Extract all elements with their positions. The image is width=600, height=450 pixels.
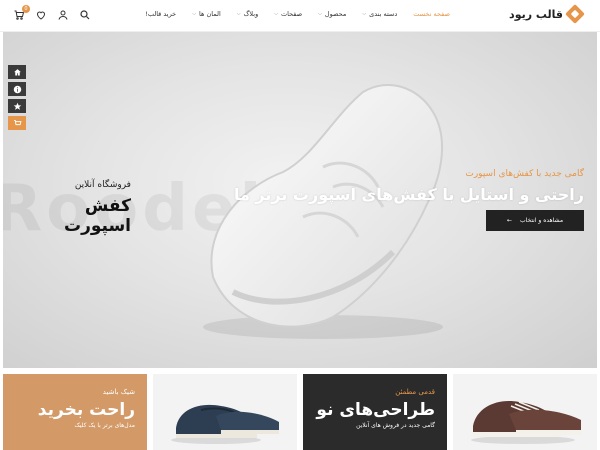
banner-title: طراحی‌های نو xyxy=(316,400,435,420)
arrow-left-icon: ← xyxy=(506,217,512,224)
info-tool-button[interactable] xyxy=(8,82,26,96)
nav-item-elements[interactable]: المان ها ⌵ xyxy=(192,10,221,18)
heart-icon[interactable] xyxy=(34,8,48,22)
logo-text: قالب ریود xyxy=(509,7,563,21)
nav-label: صفحه نخست xyxy=(413,10,450,18)
banner-text: شیک باشید راحت بخرید مدل‌های برتر با یک … xyxy=(38,388,135,429)
home-tool-button[interactable] xyxy=(8,65,26,79)
header-actions: 0 xyxy=(12,5,92,22)
banner-caption: گامی جدید در فروش های آنلاین xyxy=(356,422,435,429)
chevron-down-icon: ⌵ xyxy=(274,11,279,17)
promo-banner-new-designs[interactable]: قدمی مطمئن طراحی‌های نو گامی جدید در فرو… xyxy=(303,374,447,450)
nav-item-blog[interactable]: وبلاگ ⌵ xyxy=(237,10,258,18)
nav-label: المان ها xyxy=(198,10,221,18)
hero-cta-label: مشاهده و انتخاب xyxy=(519,217,564,224)
hero-shoe-image xyxy=(203,83,444,339)
star-icon xyxy=(13,102,21,110)
hero-slider: Roodellaro فروشگاه آنلاین کفش اسپورت گام… xyxy=(3,32,597,368)
home-icon xyxy=(13,68,21,75)
nav-item-buy-theme[interactable]: خرید قالب! xyxy=(145,10,176,18)
loafer-shoe-image xyxy=(171,404,279,444)
banner-text: قدمی مطمئن طراحی‌های نو گامی جدید در فرو… xyxy=(316,388,435,429)
promo-banner-shoe-blue[interactable] xyxy=(153,374,297,450)
banner-subtitle: شیک باشید xyxy=(102,388,135,396)
chevron-down-icon: ⌵ xyxy=(236,11,241,17)
logo-mark-icon xyxy=(565,4,585,24)
cart-icon xyxy=(13,119,21,125)
nav-item-categories[interactable]: دسته بندی ⌵ xyxy=(362,10,397,18)
side-toolbar xyxy=(8,65,26,130)
hero-caption: گامی جدید با کفش‌های اسپورت راحتی و استا… xyxy=(224,169,584,204)
nav-item-pages[interactable]: صفحات ⌵ xyxy=(274,10,302,18)
cart-count-badge: 0 xyxy=(22,5,30,13)
chevron-down-icon: ⌵ xyxy=(362,11,367,17)
logo[interactable]: قالب ریود xyxy=(509,4,585,24)
main-nav: صفحه نخست دسته بندی ⌵ محصول ⌵ صفحات ⌵ وب… xyxy=(145,10,450,18)
hero-side-title: کفش اسپورت xyxy=(63,196,131,236)
chevron-down-icon: ⌵ xyxy=(318,11,322,17)
banner-title: راحت بخرید xyxy=(37,400,135,420)
promo-banner-shoe-brown[interactable] xyxy=(453,374,597,450)
chevron-down-icon: ⌵ xyxy=(192,11,196,17)
nav-label: دسته بندی xyxy=(369,10,398,18)
hero-title: راحتی و استایل با کفش‌های اسپورت برتر ما xyxy=(233,185,584,204)
hero-cta-button[interactable]: مشاهده و انتخاب ← xyxy=(486,210,584,231)
nav-item-home[interactable]: صفحه نخست xyxy=(413,10,450,18)
nav-label: محصول xyxy=(324,10,347,18)
promo-banners: شیک باشید راحت بخرید مدل‌های برتر با یک … xyxy=(3,374,597,450)
sneaker-shoe-image xyxy=(471,401,581,444)
search-icon[interactable] xyxy=(78,8,92,22)
nav-label: خرید قالب! xyxy=(145,10,177,18)
site-header: قالب ریود صفحه نخست دسته بندی ⌵ محصول ⌵ … xyxy=(0,0,600,32)
hero-subtitle: گامی جدید با کفش‌های اسپورت xyxy=(465,169,584,179)
banner-subtitle: قدمی مطمئن xyxy=(395,388,435,396)
banner-caption: مدل‌های برتر با یک کلیک xyxy=(74,422,135,429)
user-icon[interactable] xyxy=(56,8,70,22)
nav-item-product[interactable]: محصول ⌵ xyxy=(318,10,346,18)
cart-tool-button[interactable] xyxy=(8,116,26,130)
cart-icon[interactable]: 0 xyxy=(12,5,30,22)
promo-banner-buy-easy[interactable]: شیک باشید راحت بخرید مدل‌های برتر با یک … xyxy=(3,374,147,450)
info-icon xyxy=(13,85,21,93)
hero-side-subtitle: فروشگاه آنلاین xyxy=(74,180,131,190)
nav-label: صفحات xyxy=(281,10,303,18)
hero-side-caption: فروشگاه آنلاین کفش اسپورت xyxy=(13,180,131,236)
nav-label: وبلاگ xyxy=(243,10,259,18)
star-tool-button[interactable] xyxy=(8,99,26,113)
